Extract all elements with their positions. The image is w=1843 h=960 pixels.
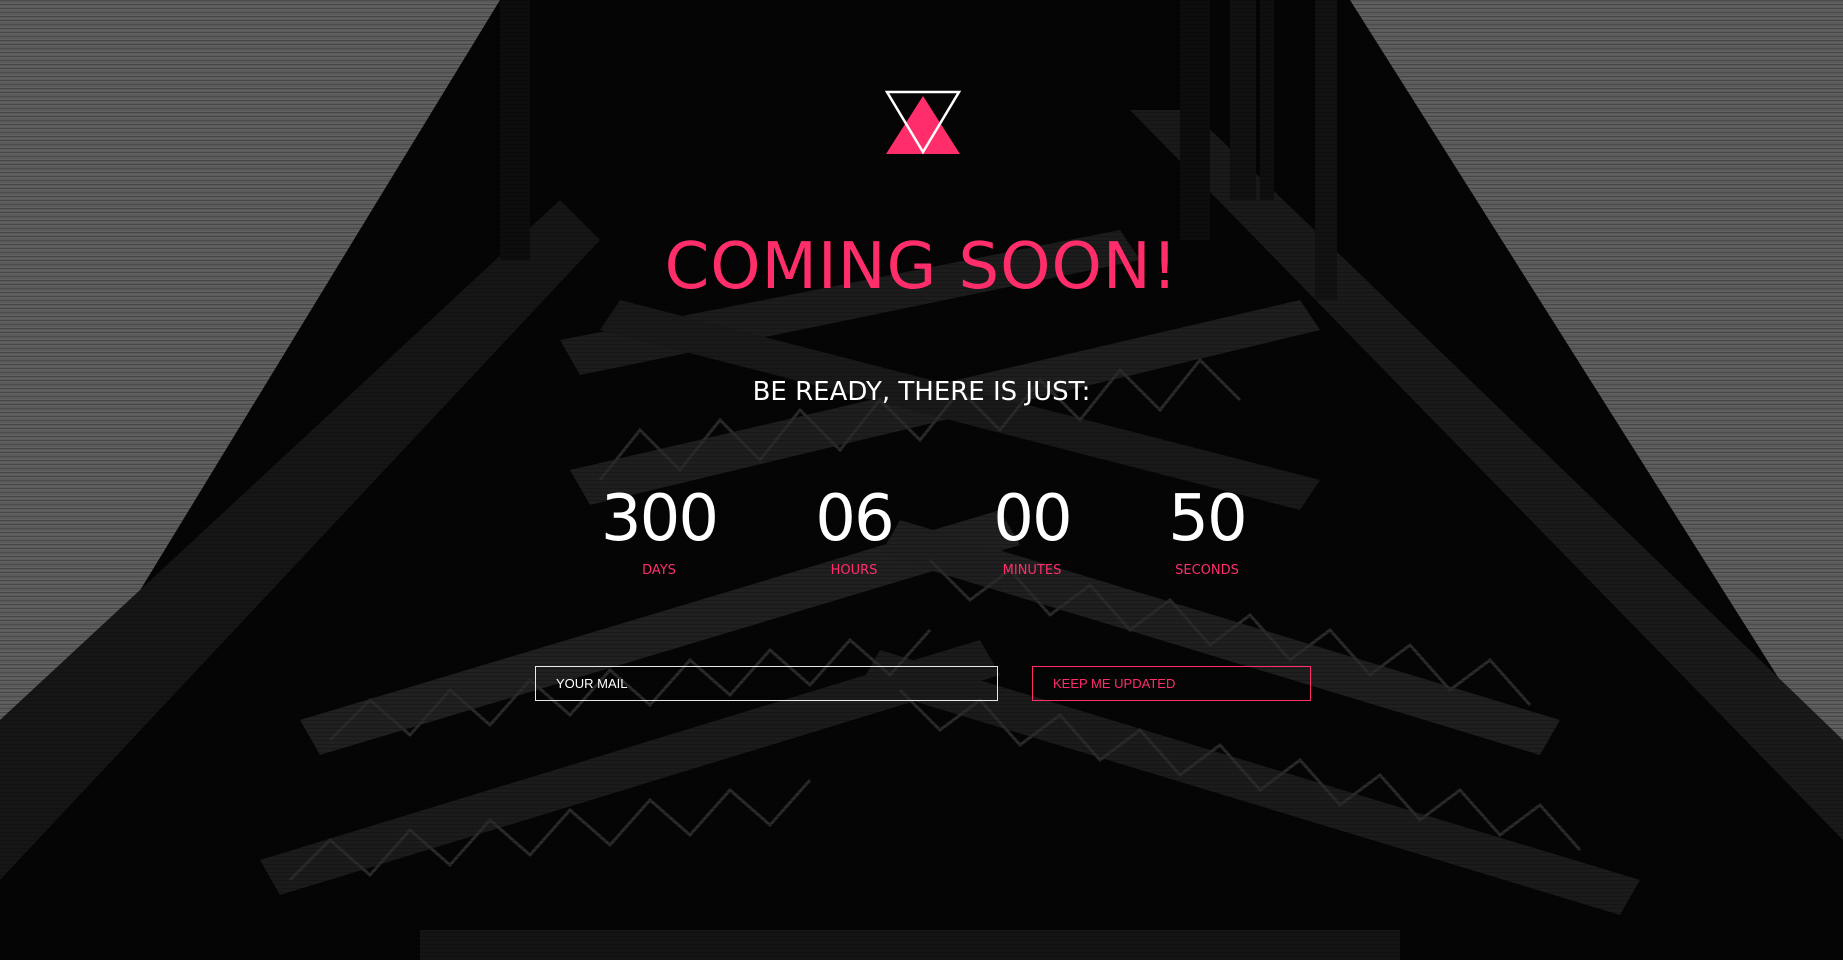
page-background: COMING SOON! BE READY, THERE IS JUST: 30…	[0, 0, 1843, 960]
triangles-logo-icon	[885, 90, 961, 155]
countdown-seconds-label: SECONDS	[1175, 563, 1239, 578]
countdown-hours: 06 HOURS	[754, 478, 954, 581]
email-field[interactable]	[535, 666, 998, 701]
countdown-seconds-value: 50	[1168, 482, 1247, 556]
countdown-hours-value: 06	[815, 482, 894, 556]
countdown-minutes-value: 00	[993, 482, 1072, 556]
countdown-intro-text: BE READY, THERE IS JUST:	[752, 377, 1091, 407]
countdown-days-label: DAYS	[642, 563, 676, 578]
countdown-days: 300 DAYS	[559, 478, 759, 581]
countdown-days-value: 300	[600, 482, 719, 556]
coming-soon-content: COMING SOON! BE READY, THERE IS JUST: 30…	[0, 0, 1843, 960]
countdown-minutes: 00 MINUTES	[932, 478, 1132, 581]
countdown-minutes-label: MINUTES	[1002, 563, 1062, 578]
page-title: COMING SOON!	[664, 230, 1179, 304]
countdown-seconds: 50 SECONDS	[1107, 478, 1307, 581]
countdown-hours-label: HOURS	[830, 563, 878, 578]
keep-me-updated-button[interactable]: KEEP ME UPDATED	[1032, 666, 1311, 701]
